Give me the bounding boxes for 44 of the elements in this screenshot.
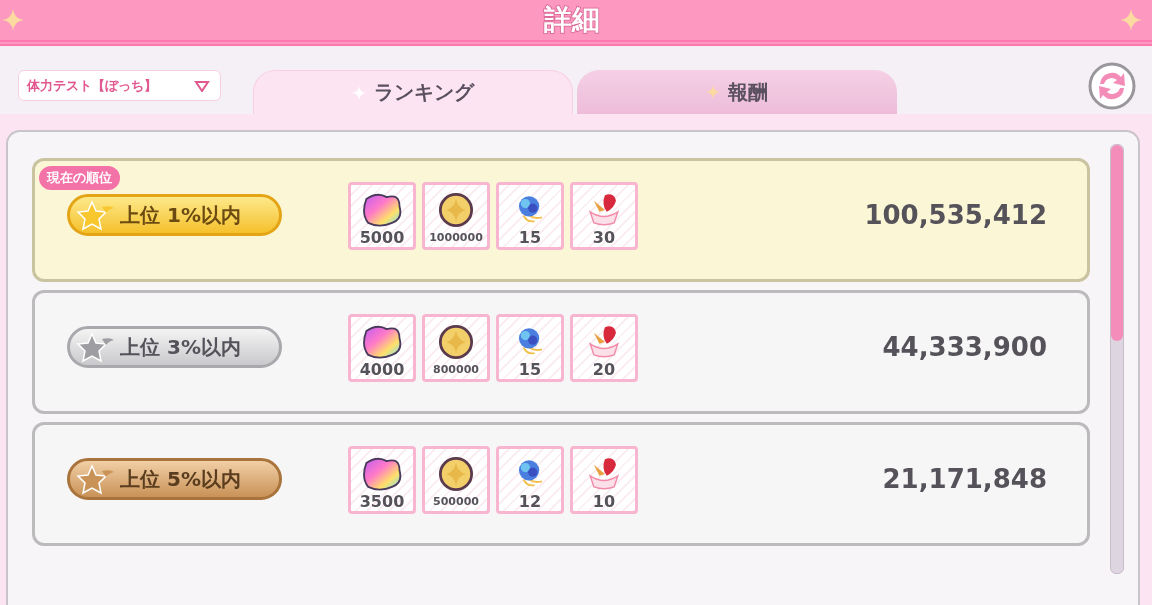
sparkle-icon [352, 85, 366, 100]
reward-count: 4000 [359, 361, 405, 379]
reward-count: 5000 [359, 229, 405, 247]
reward-count: 30 [592, 229, 616, 247]
reward-item[interactable]: 10 [570, 446, 638, 514]
sparkle-icon [1120, 9, 1142, 31]
rank-label: 上位 3%以内 [120, 333, 241, 361]
reward-item[interactable]: 20 [570, 314, 638, 382]
reward-item[interactable]: 3500 [348, 446, 416, 514]
reward-item[interactable]: 15 [496, 314, 564, 382]
reward-item[interactable]: 4000 [348, 314, 416, 382]
reward-count: 12 [518, 493, 542, 511]
reward-count: 800000 [433, 362, 479, 378]
tab[interactable]: ランキング [253, 70, 573, 114]
tab[interactable]: 報酬 [577, 70, 897, 114]
reward-count: 15 [518, 361, 542, 379]
sparkle-icon [2, 9, 24, 31]
reward-count: 1000000 [429, 230, 483, 246]
reward-item[interactable]: 30 [570, 182, 638, 250]
reward-item[interactable]: 5000 [348, 182, 416, 250]
score-threshold: 100,535,412 [864, 200, 1047, 230]
score-threshold: 44,333,900 [882, 332, 1047, 362]
reward-count: 10 [592, 493, 616, 511]
sparkle-icon [706, 85, 720, 99]
reward-count: 20 [592, 361, 616, 379]
current-rank-badge: 現在の順位 [39, 166, 120, 190]
dropdown-triangle-icon [194, 79, 210, 92]
refresh-icon[interactable] [1088, 62, 1136, 110]
reward-item[interactable]: 1000000 [422, 182, 490, 250]
rank-label: 上位 1%以内 [120, 201, 241, 229]
reward-item[interactable]: 500000 [422, 446, 490, 514]
category-dropdown[interactable]: 体力テスト【ぼっち】 [18, 70, 221, 101]
reward-count: 500000 [433, 494, 479, 510]
reward-count: 15 [518, 229, 542, 247]
rank-label: 上位 5%以内 [120, 465, 241, 493]
reward-count: 3500 [359, 493, 405, 511]
reward-item[interactable]: 12 [496, 446, 564, 514]
winged-star-icon [76, 463, 116, 495]
score-threshold: 21,171,848 [882, 464, 1047, 494]
reward-item[interactable]: 800000 [422, 314, 490, 382]
winged-star-icon [76, 331, 116, 363]
reward-item[interactable]: 15 [496, 182, 564, 250]
winged-star-icon [76, 199, 116, 231]
page-title: 詳細 [544, 2, 600, 38]
